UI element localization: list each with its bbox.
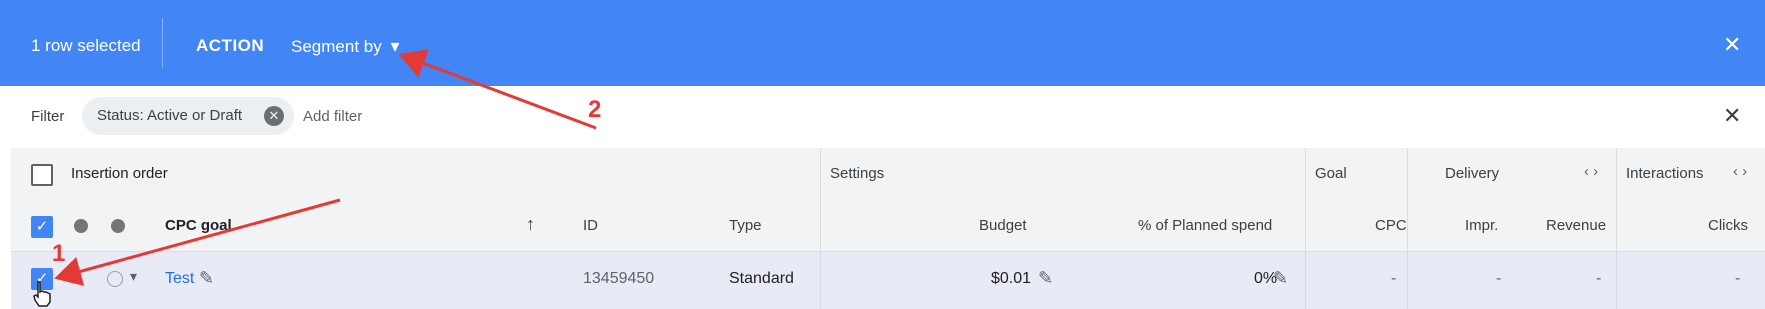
- annotation-arrow-1: [54, 198, 341, 286]
- annotation-arrows: [54, 49, 597, 286]
- annotation-label-2: 2: [588, 96, 602, 123]
- annotation-arrow-2: [398, 49, 597, 130]
- annotation-label-1: 1: [52, 240, 66, 267]
